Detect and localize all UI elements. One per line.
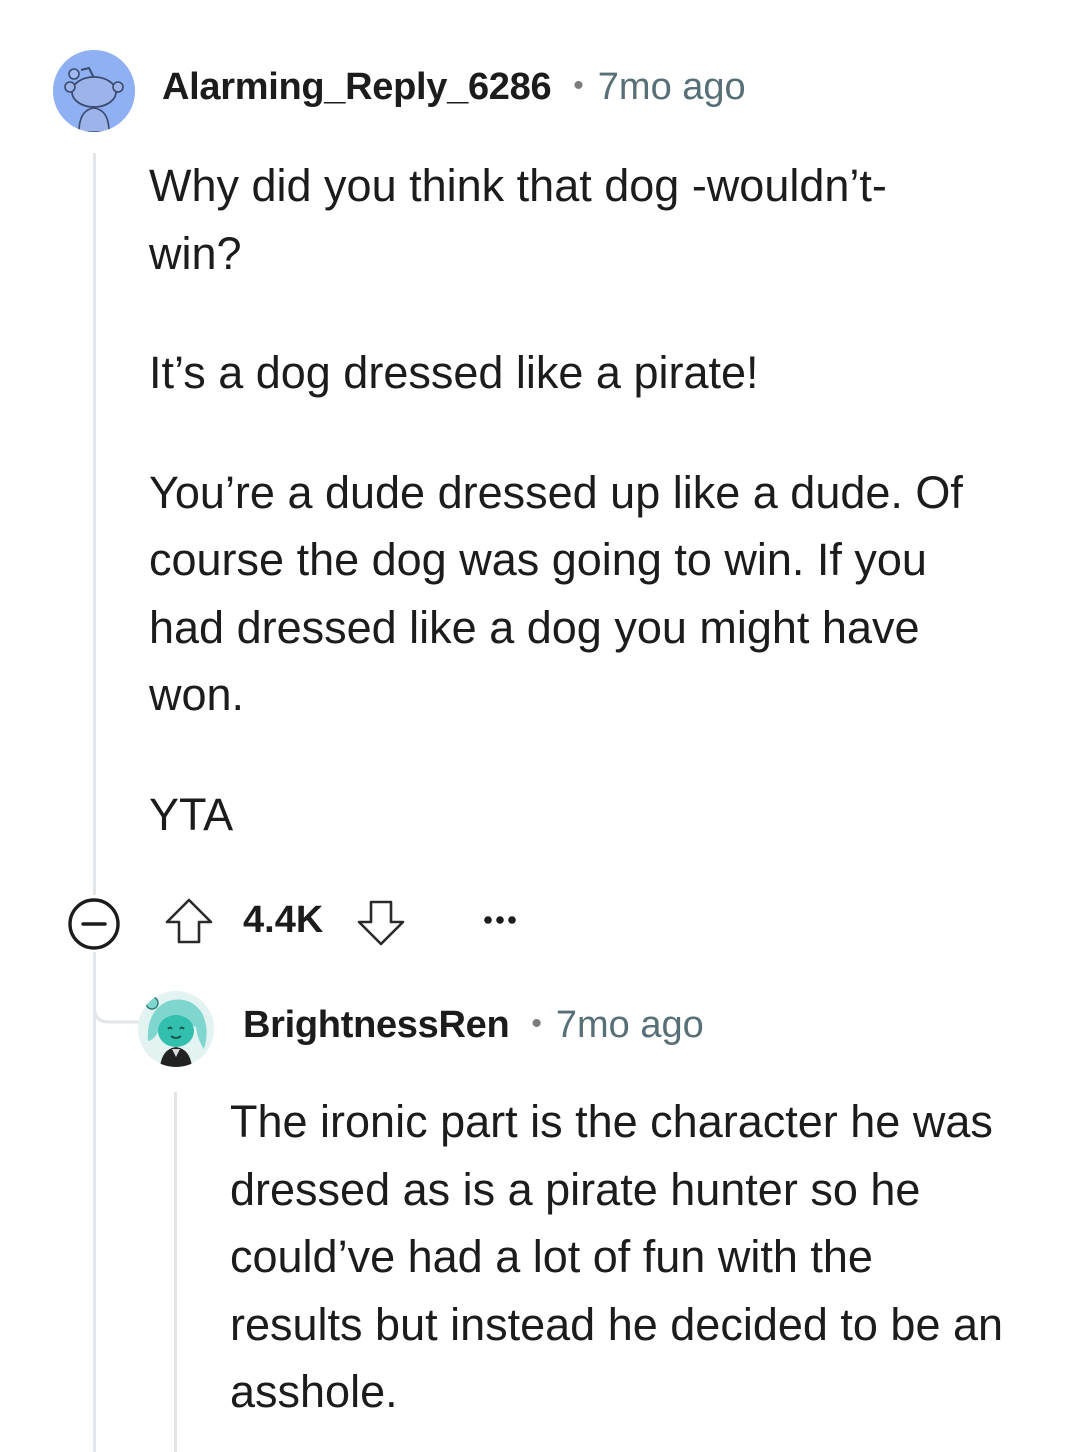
meta-separator: •	[531, 1007, 542, 1040]
avatar-snoo[interactable]	[53, 50, 135, 132]
meta-separator: •	[573, 69, 584, 102]
timestamp[interactable]: 7mo ago	[598, 66, 746, 109]
thread-branch-connector	[93, 990, 141, 1024]
reply-body: The ironic part is the character he was …	[230, 1088, 1010, 1426]
comment-paragraph: You’re a dude dressed up like a dude. Of…	[149, 466, 963, 721]
upvote-arrow-icon[interactable]	[163, 896, 215, 948]
more-options-icon[interactable]	[480, 910, 520, 930]
timestamp[interactable]: 7mo ago	[556, 1004, 704, 1047]
reply-meta: BrightnessRen • 7mo ago	[243, 1004, 704, 1047]
vote-score: 4.4K	[243, 899, 324, 941]
downvote-arrow-icon[interactable]	[355, 896, 407, 948]
comment-paragraph: YTA	[149, 788, 234, 840]
comment-paragraph: It’s a dog dressed like a pirate!	[149, 347, 759, 398]
collapse-minus-icon[interactable]	[66, 896, 122, 952]
snoo-icon	[53, 50, 135, 132]
character-avatar-icon	[138, 991, 214, 1067]
comment-body: Why did you think that dog -wouldn’t- wi…	[149, 152, 1009, 848]
thread-line-reply[interactable]	[174, 1092, 177, 1452]
comment-paragraph: Why did you think that dog -wouldn’t- wi…	[149, 160, 887, 279]
comment-meta: Alarming_Reply_6286 • 7mo ago	[162, 66, 746, 109]
thread-line-primary[interactable]	[93, 153, 96, 895]
comment-paragraph: The ironic part is the character he was …	[230, 1096, 1004, 1417]
username[interactable]: Alarming_Reply_6286	[162, 66, 552, 109]
username[interactable]: BrightnessRen	[243, 1004, 510, 1047]
avatar-character[interactable]	[138, 991, 214, 1067]
